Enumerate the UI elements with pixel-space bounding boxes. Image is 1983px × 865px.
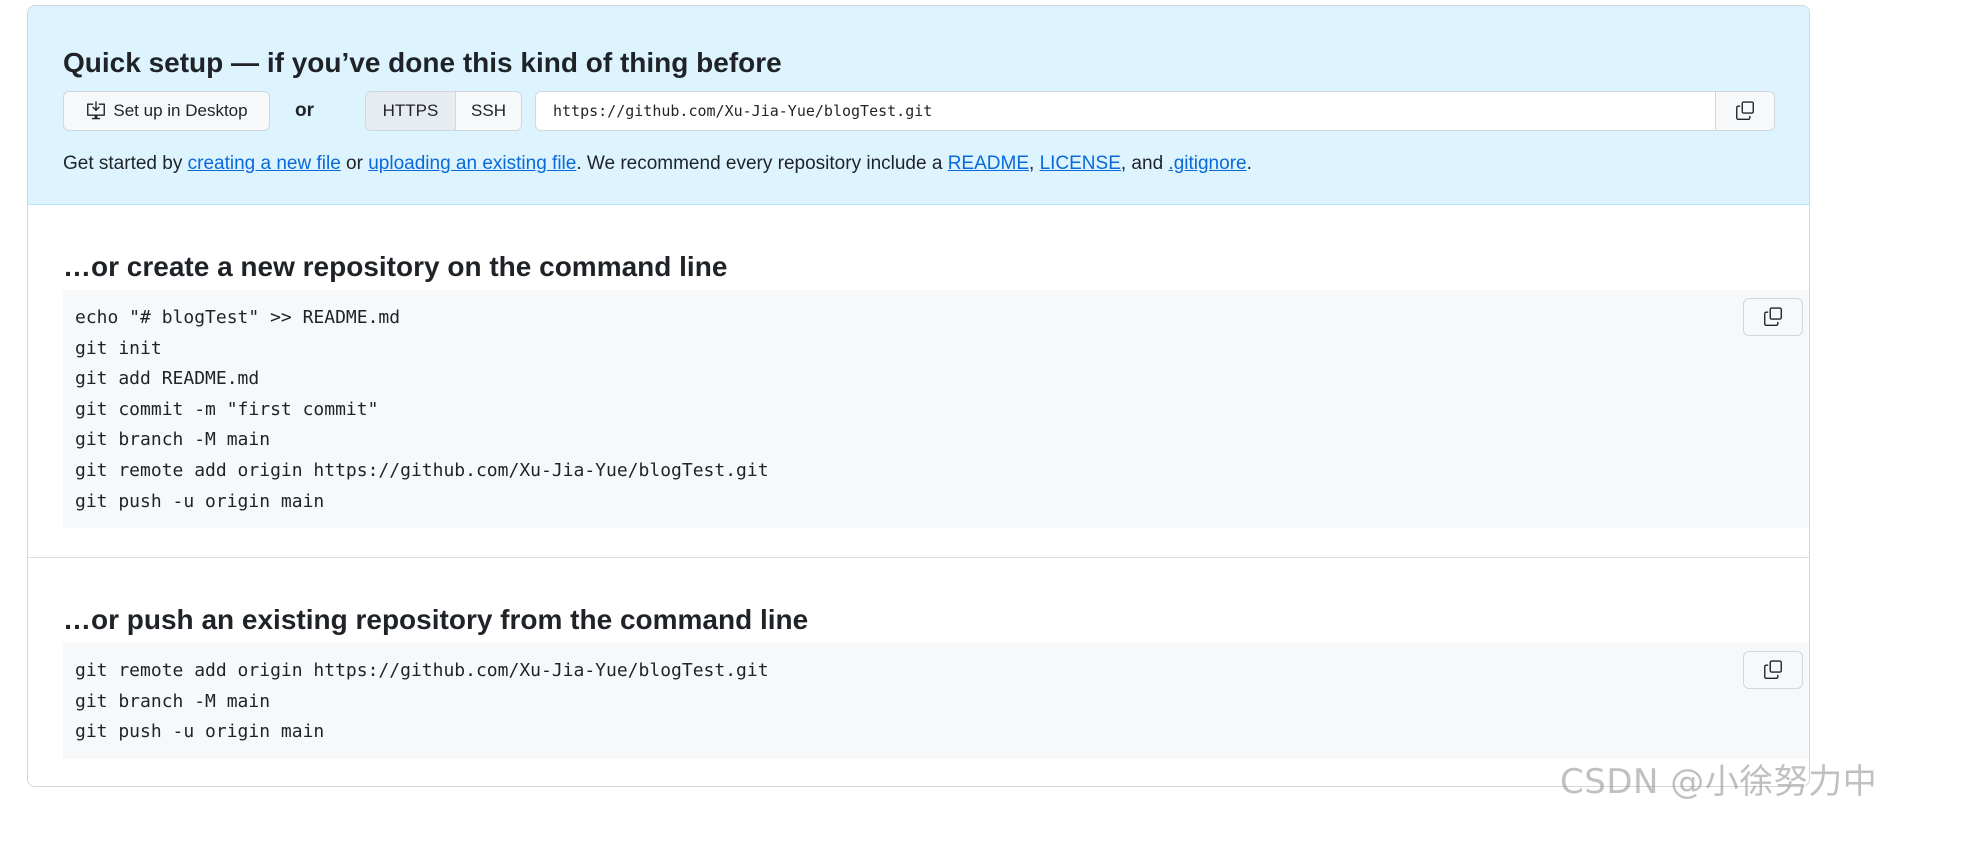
clone-row: Set up in Desktop or HTTPS SSH (63, 91, 1775, 131)
getting-started-text: Get started by creating a new file or up… (63, 151, 1252, 177)
tab-https[interactable]: HTTPS (365, 91, 456, 131)
new-repo-code-block: echo "# blogTest" >> README.md git init … (63, 290, 1809, 528)
help-text-comma: , (1029, 153, 1040, 174)
new-repo-title: …or create a new repository on the comma… (63, 251, 728, 282)
copy-icon (1764, 660, 1782, 679)
copy-icon (1736, 101, 1754, 120)
copy-url-button[interactable] (1715, 92, 1774, 130)
uploading-existing-file-link[interactable]: uploading an existing file (368, 153, 576, 174)
push-existing-code[interactable]: git remote add origin https://github.com… (75, 656, 1799, 748)
copy-new-repo-button[interactable] (1743, 298, 1803, 336)
creating-new-file-link[interactable]: creating a new file (188, 153, 341, 174)
or-label: or (295, 100, 314, 121)
clone-url-input[interactable] (536, 92, 1718, 130)
copy-push-existing-button[interactable] (1743, 651, 1803, 689)
clone-url-field (535, 91, 1775, 131)
tab-ssh[interactable]: SSH (455, 91, 522, 131)
quick-setup-title: Quick setup — if you’ve done this kind o… (63, 47, 782, 78)
new-repo-code[interactable]: echo "# blogTest" >> README.md git init … (75, 303, 1799, 517)
help-text-recommend: . We recommend every repository include … (576, 153, 948, 174)
copy-icon (1764, 307, 1782, 326)
page: Quick setup — if you’ve done this kind o… (0, 0, 1983, 865)
repo-setup-box: Quick setup — if you’ve done this kind o… (27, 5, 1810, 787)
desktop-download-icon (87, 101, 106, 120)
quick-setup-panel: Quick setup — if you’ve done this kind o… (28, 6, 1809, 205)
setup-in-desktop-label: Set up in Desktop (113, 101, 248, 120)
push-existing-title: …or push an existing repository from the… (63, 604, 809, 635)
csdn-watermark: CSDN @小徐努力中 (1560, 762, 1878, 802)
license-link[interactable]: LICENSE (1040, 153, 1121, 174)
push-existing-code-block: git remote add origin https://github.com… (63, 643, 1809, 759)
setup-in-desktop-button[interactable]: Set up in Desktop (63, 91, 270, 131)
help-text-or: or (340, 153, 369, 174)
section-divider (28, 557, 1809, 558)
help-text-and: , and (1120, 153, 1169, 174)
help-text-prefix: Get started by (63, 153, 188, 174)
gitignore-link[interactable]: .gitignore (1168, 153, 1246, 174)
readme-link[interactable]: README (948, 153, 1029, 174)
help-text-suffix: . (1246, 153, 1252, 174)
